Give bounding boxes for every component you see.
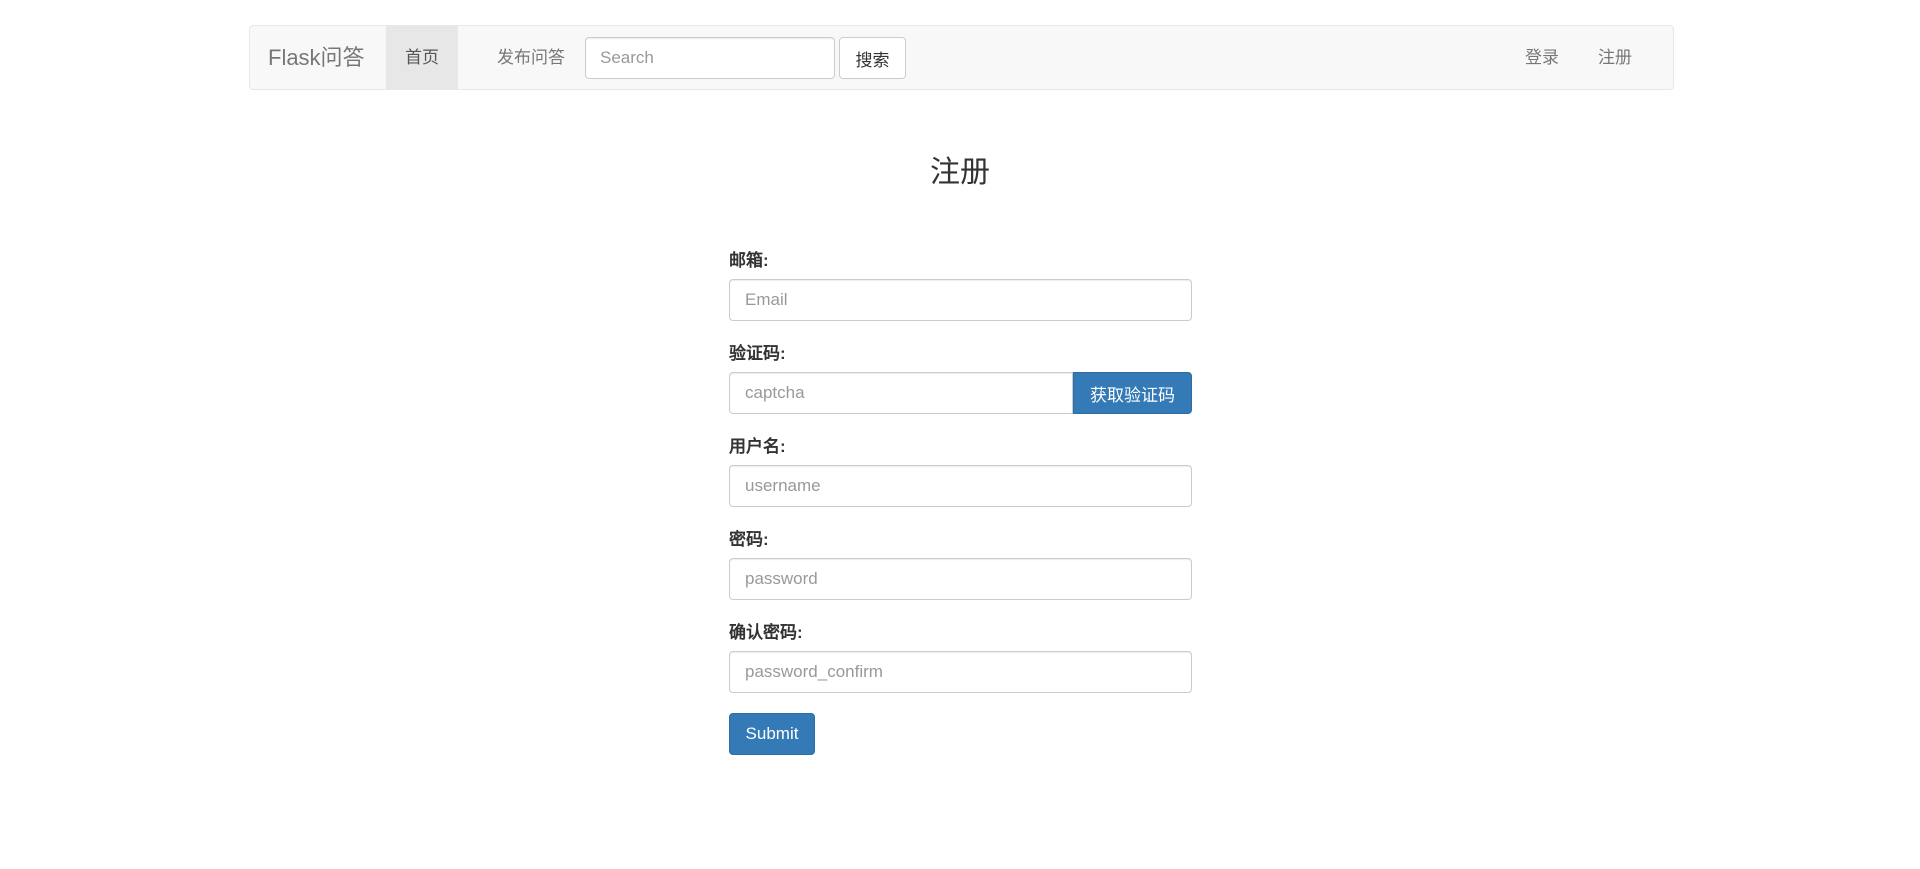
search-input[interactable] [585, 37, 835, 79]
password-field[interactable] [729, 558, 1192, 600]
password-group: 密码: [729, 527, 1192, 620]
page-title: 注册 [930, 156, 990, 189]
captcha-field[interactable] [729, 372, 1073, 414]
password-label: 密码: [729, 530, 769, 549]
nav-item-ask-question[interactable]: 发布问答 [478, 26, 584, 89]
email-field[interactable] [729, 279, 1192, 321]
navbar: Flask问答 首页 发布问答 搜索 登录 注册 [249, 25, 1674, 90]
captcha-group: 验证码: 获取验证码 [729, 341, 1192, 434]
nav-item-register[interactable]: 注册 [1579, 26, 1651, 89]
search-button[interactable]: 搜索 [839, 37, 906, 79]
username-group: 用户名: [729, 434, 1192, 527]
email-label: 邮箱: [729, 251, 769, 270]
brand-link[interactable]: Flask问答 [268, 26, 365, 89]
password-confirm-group: 确认密码: [729, 620, 1192, 713]
submit-button[interactable]: Submit [729, 713, 815, 755]
password-confirm-field[interactable] [729, 651, 1192, 693]
username-label: 用户名: [729, 437, 786, 456]
nav-item-home[interactable]: 首页 [386, 26, 458, 89]
password-confirm-label: 确认密码: [729, 623, 803, 642]
captcha-label: 验证码: [729, 344, 786, 363]
username-field[interactable] [729, 465, 1192, 507]
nav-item-login[interactable]: 登录 [1506, 26, 1578, 89]
get-captcha-button[interactable]: 获取验证码 [1073, 372, 1192, 414]
email-group: 邮箱: [729, 248, 1192, 341]
register-form: 邮箱: 验证码: 获取验证码 用户名: 密码: 确认密码: Submit [729, 248, 1192, 755]
captcha-input-group: 获取验证码 [729, 372, 1192, 414]
